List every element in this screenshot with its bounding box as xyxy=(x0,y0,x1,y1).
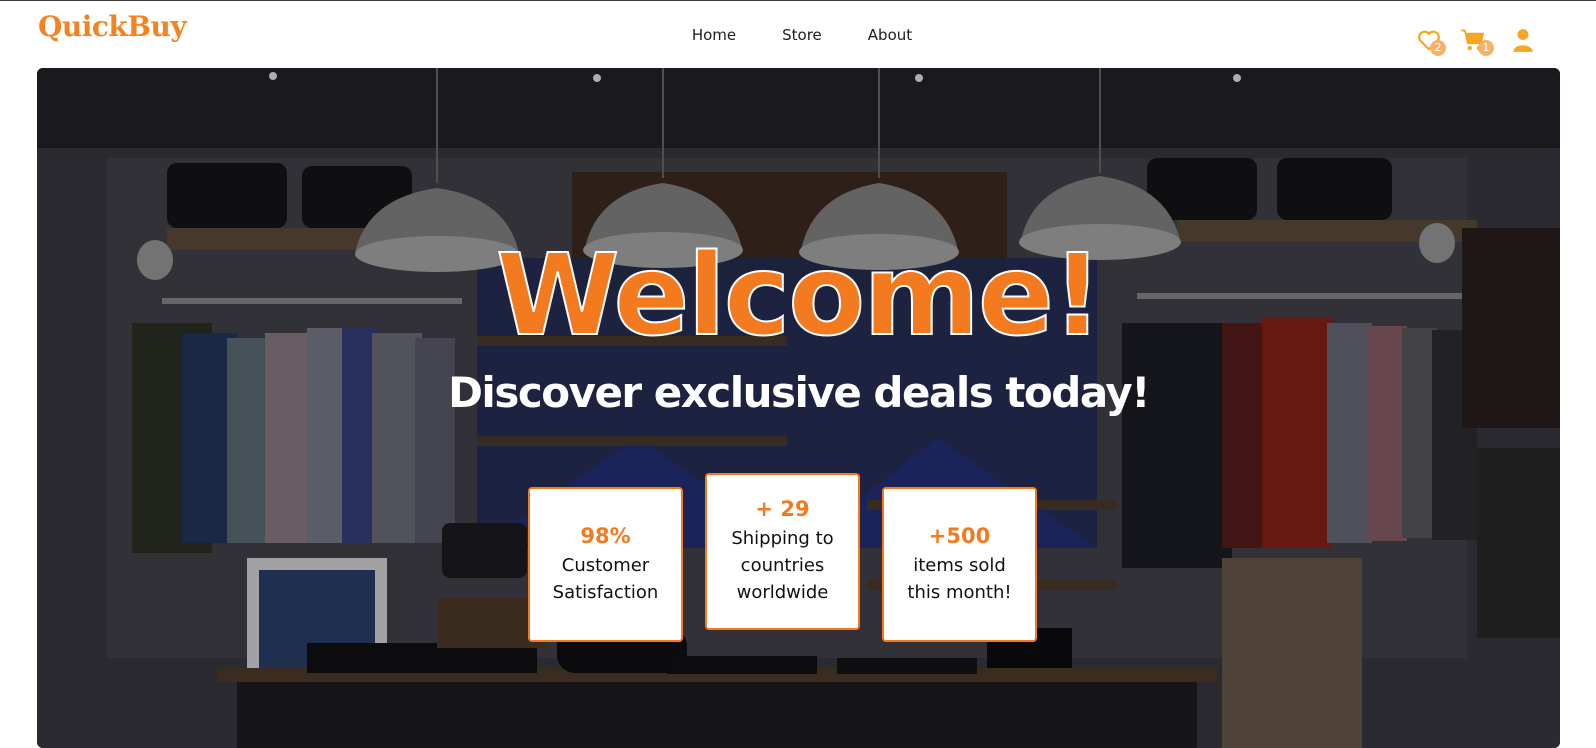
stat-card-items-sold: +500 items sold this month! xyxy=(882,487,1037,642)
stat-label: items sold this month! xyxy=(907,554,1012,603)
stat-card-satisfaction: 98% Customer Satisfaction xyxy=(528,487,683,642)
hero-title: Welcome! xyxy=(495,231,1104,361)
user-icon xyxy=(1513,29,1533,52)
cart-button[interactable]: 1 xyxy=(1460,27,1494,56)
main-nav: Home Store About xyxy=(0,26,1596,44)
stat-value: +500 xyxy=(928,523,991,548)
nav-home-link[interactable]: Home xyxy=(692,26,736,44)
cart-count-badge: 1 xyxy=(1478,40,1494,56)
hero-subtitle: Discover exclusive deals today! xyxy=(448,368,1150,417)
nav-store-link[interactable]: Store xyxy=(782,26,822,44)
stat-card-shipping: + 29 Shipping to countries worldwide xyxy=(705,473,860,630)
stat-label: Shipping to countries worldwide xyxy=(731,528,834,603)
header-icons: 2 1 xyxy=(1416,27,1536,57)
wishlist-button[interactable]: 2 xyxy=(1416,27,1446,56)
account-button[interactable] xyxy=(1510,27,1536,53)
stat-value: 98% xyxy=(580,523,631,548)
nav-about-link[interactable]: About xyxy=(868,26,912,44)
wishlist-count-badge: 2 xyxy=(1430,40,1446,56)
stat-value: + 29 xyxy=(755,497,810,521)
top-border xyxy=(0,0,1596,1)
stat-label: Customer Satisfaction xyxy=(552,554,659,603)
hero-banner: Welcome! Discover exclusive deals today!… xyxy=(37,68,1560,748)
